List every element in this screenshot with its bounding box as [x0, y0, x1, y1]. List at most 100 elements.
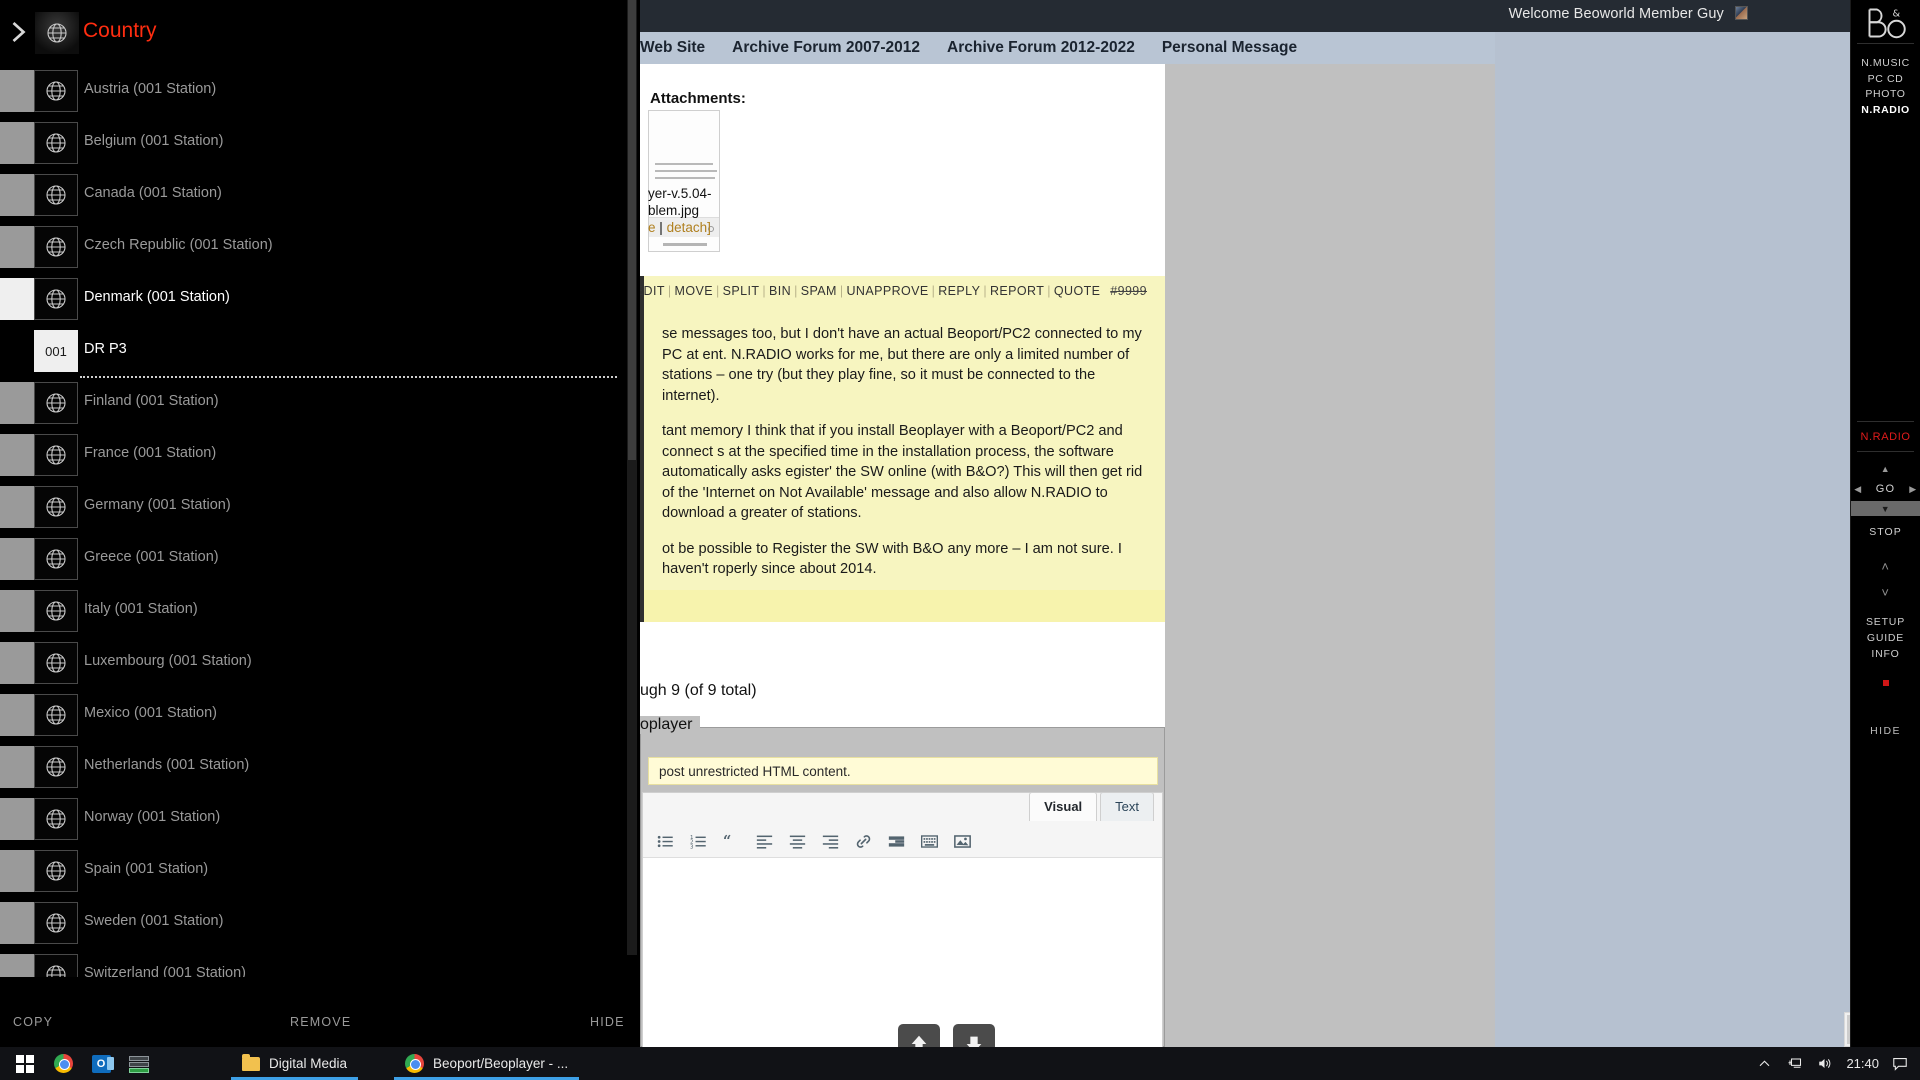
- country-label: Norway (001 Station): [84, 809, 221, 825]
- scroll-to-top-button[interactable]: [898, 1024, 940, 1047]
- beoplayer-footer: COPY REMOVE HIDE: [0, 977, 637, 1047]
- menu-setup[interactable]: SETUP: [1851, 614, 1920, 630]
- globe-icon: [46, 497, 66, 517]
- nav-item-personal-message[interactable]: Personal Message: [1162, 39, 1297, 57]
- nav-item-archive-forum-2012-2022[interactable]: Archive Forum 2012-2022: [947, 39, 1135, 57]
- toolbar-toggle-icon[interactable]: [921, 833, 938, 850]
- post-action-unapprove[interactable]: UNAPPROVE: [847, 284, 929, 298]
- avatar: [1735, 6, 1748, 20]
- country-list-item[interactable]: Netherlands (001 Station): [0, 742, 637, 794]
- post-action-bin[interactable]: BIN: [769, 284, 791, 298]
- add-media-icon[interactable]: [954, 833, 971, 850]
- post-action-split[interactable]: SPLIT: [723, 284, 760, 298]
- ordered-list-icon[interactable]: 1 2 3: [690, 833, 707, 850]
- nav-item-archive-forum-2007-2012[interactable]: Archive Forum 2007-2012: [732, 39, 920, 57]
- country-list-item[interactable]: Austria (001 Station): [0, 66, 637, 118]
- remove-button[interactable]: REMOVE: [290, 1015, 351, 1029]
- country-list-item[interactable]: Spain (001 Station): [0, 846, 637, 898]
- start-button[interactable]: [6, 1047, 44, 1080]
- country-list-item[interactable]: Italy (001 Station): [0, 586, 637, 638]
- taskbar-task-digital-media[interactable]: Digital Media: [228, 1047, 361, 1080]
- country-icon-tile: [34, 174, 78, 216]
- align-left-icon[interactable]: [756, 833, 773, 850]
- menu-info[interactable]: INFO: [1851, 646, 1920, 662]
- country-list-item[interactable]: Mexico (001 Station): [0, 690, 637, 742]
- align-center-icon[interactable]: [789, 833, 806, 850]
- country-list-item[interactable]: Germany (001 Station): [0, 482, 637, 534]
- source-n-radio[interactable]: N.RADIO: [1851, 103, 1920, 119]
- network-icon[interactable]: [1786, 1056, 1803, 1071]
- divider: [1857, 421, 1914, 422]
- globe-icon: [46, 445, 66, 465]
- station-number-tile: 001: [34, 330, 78, 372]
- nav-item-web-site[interactable]: Web Site: [640, 39, 705, 57]
- go-button[interactable]: GO: [1876, 483, 1896, 495]
- post-action-spam[interactable]: SPAM: [801, 284, 837, 298]
- chevron-down-icon[interactable]: ˅: [1851, 580, 1920, 606]
- post-action-quote[interactable]: QUOTE: [1054, 284, 1100, 298]
- bo-hide-button[interactable]: HIDE: [1851, 725, 1920, 737]
- country-list-item[interactable]: Luxembourg (001 Station): [0, 638, 637, 690]
- taskbar-remote-desktop-button[interactable]: [120, 1047, 158, 1080]
- arrow-down-icon: [966, 1036, 982, 1047]
- desktop: Welcome Beoworld Member Guy Web Site Arc…: [0, 0, 1920, 1080]
- attachment-action-partial[interactable]: e: [648, 220, 656, 235]
- country-list-item[interactable]: Greece (001 Station): [0, 534, 637, 586]
- country-icon-tile: [34, 122, 78, 164]
- page-sidebar-background: [1165, 64, 1495, 1047]
- notifications-icon[interactable]: [1892, 1057, 1908, 1071]
- taskbar-outlook-button[interactable]: O: [82, 1047, 120, 1080]
- source-pc-cd[interactable]: PC CD: [1851, 72, 1920, 88]
- stop-button[interactable]: STOP: [1851, 516, 1920, 554]
- taskbar-task-label: Beoport/Beoplayer - ...: [433, 1056, 569, 1071]
- outlook-icon: O: [91, 1054, 114, 1073]
- beoplayer-scrollbar[interactable]: [627, 0, 637, 955]
- nav-up-icon[interactable]: ▲: [1851, 464, 1920, 475]
- post-action-move[interactable]: MOVE: [675, 284, 713, 298]
- menu-guide[interactable]: GUIDE: [1851, 630, 1920, 646]
- country-label: Austria (001 Station): [84, 81, 217, 97]
- unordered-list-icon[interactable]: [657, 833, 674, 850]
- post-action-reply[interactable]: REPLY: [938, 284, 980, 298]
- volume-icon[interactable]: [1816, 1056, 1833, 1071]
- country-list-item[interactable]: France (001 Station): [0, 430, 637, 482]
- nav-right-icon[interactable]: ▶: [1909, 484, 1917, 495]
- nav-down-button[interactable]: ▼: [1851, 501, 1920, 516]
- country-list-item[interactable]: Denmark (001 Station): [0, 274, 637, 326]
- editor-text-area[interactable]: [643, 858, 1162, 1047]
- svg-text:3: 3: [690, 844, 694, 850]
- country-list-item[interactable]: Finland (001 Station): [0, 378, 637, 430]
- station-label: DR P3: [84, 341, 127, 357]
- chevron-right-icon[interactable]: [10, 21, 28, 43]
- country-list-item[interactable]: Canada (001 Station): [0, 170, 637, 222]
- show-hidden-icons-chevron[interactable]: [1756, 1056, 1773, 1071]
- hide-button[interactable]: HIDE: [590, 1015, 625, 1029]
- link-icon[interactable]: [855, 833, 872, 850]
- blockquote-icon[interactable]: “: [723, 833, 740, 850]
- align-right-icon[interactable]: [822, 833, 839, 850]
- country-list-item[interactable]: Sweden (001 Station): [0, 898, 637, 950]
- attachment-detach-link[interactable]: detach]: [667, 220, 711, 235]
- source-photo[interactable]: PHOTO: [1851, 87, 1920, 103]
- country-list-item[interactable]: Belgium (001 Station): [0, 118, 637, 170]
- copy-button[interactable]: COPY: [13, 1015, 53, 1029]
- country-icon-tile: [34, 70, 78, 112]
- attachment-filename-line1: yer-v.5.04-: [648, 186, 712, 201]
- taskbar-chrome-button[interactable]: [44, 1047, 82, 1080]
- post-permalink[interactable]: #9999: [1110, 284, 1147, 298]
- post-action-report[interactable]: REPORT: [990, 284, 1044, 298]
- country-group-icon-tile: [35, 12, 79, 54]
- country-list-item[interactable]: Czech Republic (001 Station): [0, 222, 637, 274]
- source-n-music[interactable]: N.MUSIC: [1851, 56, 1920, 72]
- station-list-item[interactable]: 001 DR P3: [0, 326, 637, 378]
- taskbar-task-beoport-beoplayer[interactable]: Beoport/Beoplayer - ...: [391, 1047, 582, 1080]
- taskbar-clock[interactable]: 21:40: [1846, 1056, 1879, 1071]
- scroll-to-bottom-button[interactable]: [953, 1024, 995, 1047]
- nav-left-icon[interactable]: ◀: [1854, 484, 1862, 495]
- country-list-item[interactable]: Norway (001 Station): [0, 794, 637, 846]
- country-icon-tile: [34, 798, 78, 840]
- tab-text[interactable]: Text: [1100, 792, 1154, 821]
- tab-visual[interactable]: Visual: [1029, 792, 1098, 821]
- insert-more-icon[interactable]: [888, 833, 905, 850]
- chevron-up-icon[interactable]: ˄: [1851, 554, 1920, 580]
